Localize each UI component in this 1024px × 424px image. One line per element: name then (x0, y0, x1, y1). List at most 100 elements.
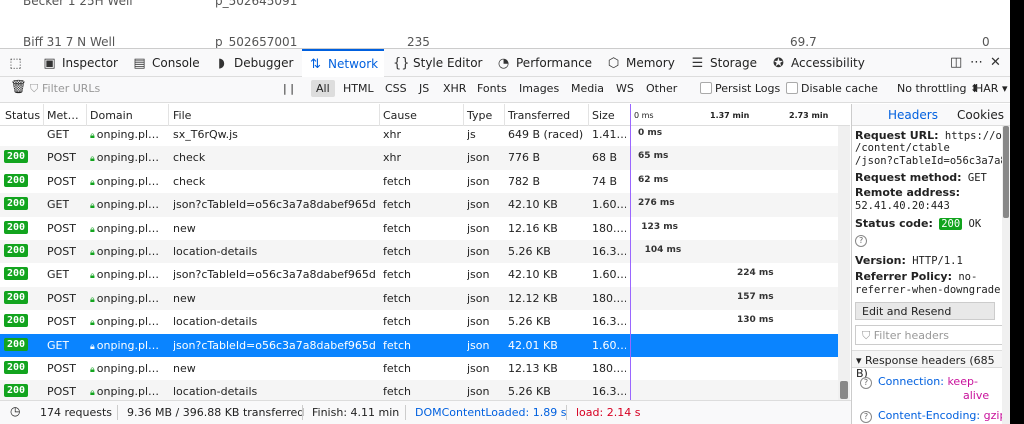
scrollbar-thumb[interactable] (1003, 126, 1009, 218)
request-row[interactable]: 200 POST 🔒︎ onping.pl… location-details fetch… (0, 380, 838, 400)
storage-icon: ☰ (691, 55, 704, 71)
tab-console[interactable]: ▤ Console (132, 49, 199, 77)
request-row[interactable]: GET 🔒︎ onping.pl… sx_T6rQw.js xhr js 649 B (ra… (0, 126, 838, 147)
filter-urls-input[interactable]: Filter URLs (42, 82, 100, 95)
response-headers-toggle[interactable]: ▾ Response headers (685 B) (852, 350, 1002, 380)
pause-button[interactable]: | | (283, 82, 294, 95)
col-type[interactable]: Type (467, 109, 492, 122)
cell-cause: fetch (383, 268, 411, 282)
request-row[interactable]: 200 POST 🔒︎ onping.pl… location-details fetch… (0, 240, 838, 264)
referrer-policy-cont: referrer-when-downgrade (855, 284, 1001, 296)
close-icon[interactable]: ✕ (990, 55, 1001, 70)
col-cause[interactable]: Cause (383, 109, 417, 122)
status-badge: 200 (4, 361, 29, 374)
waterfall-tick: 0 ms (634, 111, 654, 120)
debugger-icon: ◗ (218, 55, 225, 71)
filter-type-other[interactable]: Other (646, 82, 677, 95)
tab-style-editor[interactable]: {} Style Editor (393, 49, 482, 77)
cell-cause: xhr (383, 128, 402, 141)
performance-icon: ◔ (497, 55, 510, 71)
well-name[interactable]: Biff 31 7 N Well (23, 35, 115, 48)
tab-network[interactable]: ⇅ Network (302, 49, 385, 77)
trash-icon[interactable]: 🗑 (10, 80, 27, 95)
persist-logs-checkbox[interactable]: Persist Logs (700, 82, 780, 95)
cell-transferred: 42.01 KB (508, 338, 558, 352)
well-value: 0 (982, 35, 990, 48)
request-row[interactable]: 200 GET 🔒︎ onping.pl… json?cTableId=o56c3a7a… (0, 193, 838, 217)
request-row[interactable]: 200 POST 🔒︎ onping.pl… new fetch json 12.16 KB 1… (0, 216, 838, 240)
request-row[interactable]: 200 POST 🔒︎ onping.pl… check fetch json 782 B 74… (0, 169, 838, 194)
filter-type-media[interactable]: Media (571, 82, 604, 95)
cell-transferred: 649 B (raced) (508, 128, 584, 141)
request-list-scrollbar[interactable] (838, 126, 850, 400)
cell-size: 180.… (592, 221, 626, 235)
cell-cause: fetch (383, 245, 411, 258)
cell-type: js (467, 128, 476, 141)
col-size[interactable]: Size (592, 109, 615, 122)
filter-type-xhr[interactable]: XHR (443, 82, 466, 95)
finish-time: Finish: 4.11 min (312, 406, 400, 419)
cell-domain: 🔒︎ onping.pl… (90, 174, 160, 188)
cell-file: location-details (173, 385, 258, 399)
tab-accessibility[interactable]: ✪ Accessibility (771, 49, 865, 77)
col-status[interactable]: Status (5, 109, 40, 122)
col-method[interactable]: Met… (47, 109, 79, 122)
status-code: Status code: 200 OK (855, 217, 982, 230)
throttling-select[interactable]: No throttling ⬍ (897, 82, 979, 95)
tab-performance[interactable]: ◔ Performance (496, 49, 592, 77)
waterfall-tick: 2.73 min (789, 111, 829, 120)
edit-and-resend-button[interactable]: Edit and Resend (855, 302, 995, 320)
request-row[interactable]: 200 GET 🔒︎ onping.pl… json?cTableId=o56c3a7a… (0, 333, 838, 357)
divider (566, 405, 567, 420)
filter-type-images[interactable]: Images (519, 82, 559, 95)
tab-memory[interactable]: ⬡ Memory (606, 49, 675, 77)
filter-type-html[interactable]: HTML (343, 82, 374, 95)
divider (405, 405, 406, 420)
filter-type-all[interactable]: All (311, 80, 335, 97)
request-row[interactable]: 200 GET 🔒︎ onping.pl… json?cTableId=o56c3a7a… (0, 263, 838, 287)
cell-transferred: 12.16 KB (508, 221, 558, 235)
request-row[interactable]: 200 POST 🔒︎ onping.pl… check xhr json 776 B 68 B… (0, 146, 838, 170)
cell-type: json (467, 315, 490, 329)
help-icon[interactable]: ? (855, 234, 873, 247)
well-name[interactable]: Becker 1 25H Well (23, 0, 133, 8)
tab-storage[interactable]: ☰ Storage (690, 49, 757, 77)
disable-cache-checkbox[interactable]: Disable cache (786, 82, 878, 95)
page-row: Biff 31 7 N Well p_502657001 235 69.7 0 (0, 31, 1010, 48)
filter-icon: ⛉ (30, 82, 39, 95)
col-domain[interactable]: Domain (90, 109, 133, 122)
har-menu[interactable]: HAR ▾ (975, 82, 1007, 95)
dock-icon[interactable]: ◫ (950, 55, 962, 70)
clock-icon[interactable]: ◷ (10, 404, 20, 418)
cell-transferred: 5.26 KB (508, 315, 551, 329)
status-badge: 200 (4, 220, 29, 234)
filter-headers-input[interactable]: ⛉ Filter headers (855, 325, 1002, 345)
tab-inspector[interactable]: ▣ Inspector (42, 49, 118, 77)
col-file[interactable]: File (173, 109, 191, 122)
request-row[interactable]: 200 POST 🔒︎ onping.pl… new fetch json 12.12 KB 1… (0, 286, 838, 311)
tab-headers[interactable]: Headers (888, 108, 938, 122)
tab-cookies[interactable]: Cookies (957, 108, 1004, 122)
cell-transferred: 776 B (508, 151, 541, 165)
filter-type-fonts[interactable]: Fonts (477, 82, 507, 95)
divider (302, 405, 303, 420)
request-row[interactable]: 200 POST 🔒︎ onping.pl… new fetch json 12.13 KB 1… (0, 357, 838, 381)
cell-domain: 🔒︎ onping.pl… (90, 268, 160, 282)
network-filter-bar: 🗑 ⛉ Filter URLs | | All HTML CSS JS XHR … (0, 77, 1010, 103)
col-transferred[interactable]: Transferred (508, 109, 570, 122)
more-icon[interactable]: ⋯ (970, 55, 983, 70)
well-id: p_502657001 (215, 35, 298, 48)
request-row[interactable]: 200 POST 🔒︎ onping.pl… location-details fetch… (0, 310, 838, 334)
filter-type-ws[interactable]: WS (616, 82, 634, 95)
cell-type: json (467, 151, 490, 165)
devtools-window: Becker 1 25H Well p_502645091 Biff 31 7 … (0, 0, 1010, 424)
network-icon: ⇅ (310, 56, 321, 72)
cell-size: 16.3… (592, 385, 626, 399)
pick-element-icon[interactable]: ⬚ (8, 49, 23, 77)
tab-debugger[interactable]: ◗ Debugger (214, 49, 293, 77)
filter-type-css[interactable]: CSS (385, 82, 407, 95)
scrollbar-thumb[interactable] (840, 381, 848, 399)
filter-type-js[interactable]: JS (419, 82, 429, 95)
http-version: Version: HTTP/1.1 (855, 254, 963, 267)
cell-transferred: 782 B (508, 174, 541, 188)
